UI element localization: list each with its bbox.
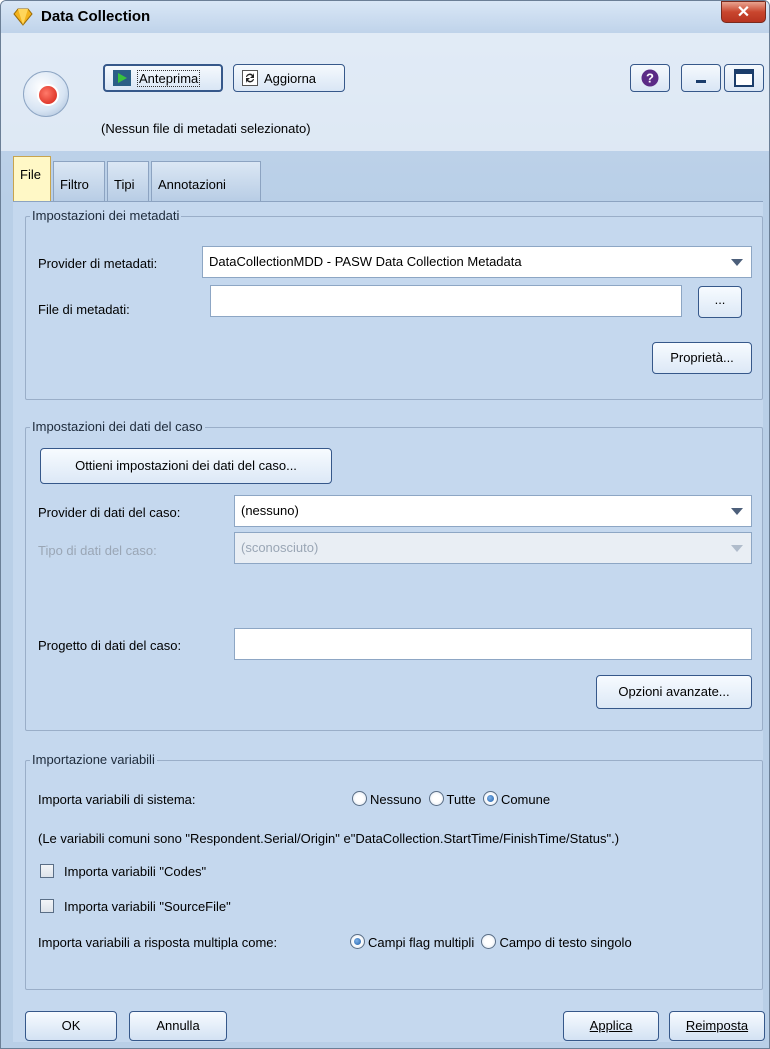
radio-button[interactable] xyxy=(481,934,497,949)
apply-button[interactable]: Applica xyxy=(563,1011,659,1041)
reset-label: Reimposta xyxy=(685,1018,749,1033)
variable-import-group: Importazione variabili Importa variabili… xyxy=(25,752,763,990)
tab-filter[interactable]: Filtro xyxy=(53,161,105,201)
metadata-status-text: (Nessun file di metadati selezionato) xyxy=(101,121,311,136)
preview-label: Anteprima xyxy=(137,69,201,87)
title-bar[interactable]: Data Collection ✕ xyxy=(1,1,769,33)
close-button[interactable]: ✕ xyxy=(721,1,766,23)
radio-single-text[interactable]: Campo di testo singolo xyxy=(481,934,632,950)
radio-multi-flags[interactable]: Campi flag multipli xyxy=(350,934,474,950)
source-node-icon xyxy=(23,71,69,117)
play-icon xyxy=(113,70,131,86)
diamond-node-icon xyxy=(13,8,33,26)
radio-system-none[interactable]: Nessuno xyxy=(352,791,421,807)
case-data-provider-value: (nessuno) xyxy=(241,503,299,518)
case-data-settings-legend: Impostazioni dei dati del caso xyxy=(30,419,205,434)
codes-checkbox[interactable] xyxy=(40,864,54,878)
maximize-button[interactable] xyxy=(724,64,764,92)
svg-text:?: ? xyxy=(646,71,654,86)
minimize-button[interactable] xyxy=(681,64,721,92)
advanced-options-button[interactable]: Opzioni avanzate... xyxy=(596,675,752,709)
metadata-provider-select[interactable]: DataCollectionMDD - PASW Data Collection… xyxy=(202,246,752,278)
variable-import-legend: Importazione variabili xyxy=(30,752,157,767)
chevron-down-icon xyxy=(731,259,743,266)
metadata-provider-label: Provider di metadati: xyxy=(38,256,158,271)
case-data-type-label: Tipo di dati del caso: xyxy=(38,543,157,558)
radio-system-common[interactable]: Comune xyxy=(482,791,550,807)
sourcefile-checkbox-label: Importa variabili "SourceFile" xyxy=(64,899,231,914)
metadata-file-input[interactable] xyxy=(210,285,682,317)
refresh-label: Aggiorna xyxy=(264,70,317,86)
metadata-settings-group: Impostazioni dei metadati Provider di me… xyxy=(25,208,763,400)
case-data-settings-group: Impostazioni dei dati del caso Ottieni i… xyxy=(25,419,763,731)
properties-button[interactable]: Proprietà... xyxy=(652,342,752,374)
ok-button[interactable]: OK xyxy=(25,1011,117,1041)
case-data-project-input[interactable] xyxy=(234,628,752,660)
case-data-type-value: (sconosciuto) xyxy=(241,540,319,555)
reset-button[interactable]: Reimposta xyxy=(669,1011,765,1041)
common-variables-note: (Le variabili comuni sono "Respondent.Se… xyxy=(38,831,620,846)
multi-response-label: Importa variabili a risposta multipla co… xyxy=(38,935,278,950)
radio-button[interactable] xyxy=(352,791,367,806)
radio-button[interactable] xyxy=(428,791,444,806)
refresh-button[interactable]: Aggiorna xyxy=(233,64,345,92)
get-case-data-settings-button[interactable]: Ottieni impostazioni dei dati del caso..… xyxy=(40,448,332,484)
chevron-down-icon xyxy=(731,545,743,552)
codes-checkbox-label: Importa variabili "Codes" xyxy=(64,864,207,879)
file-tab-panel: Impostazioni dei metadati Provider di me… xyxy=(13,201,763,1042)
case-data-type-select: (sconosciuto) xyxy=(234,532,752,564)
metadata-provider-value: DataCollectionMDD - PASW Data Collection… xyxy=(209,254,522,269)
case-data-provider-select[interactable]: (nessuno) xyxy=(234,495,752,527)
radio-system-all[interactable]: Tutte xyxy=(428,791,476,807)
system-variables-options: Nessuno Tutte Comune xyxy=(352,791,550,807)
metadata-settings-legend: Impostazioni dei metadati xyxy=(30,208,182,223)
system-variables-label: Importa variabili di sistema: xyxy=(38,792,196,807)
case-data-project-label: Progetto di dati del caso: xyxy=(38,638,182,653)
case-data-provider-label: Provider di dati del caso: xyxy=(38,505,181,520)
preview-button[interactable]: Anteprima xyxy=(103,64,223,92)
maximize-icon xyxy=(734,69,754,87)
tab-types[interactable]: Tipi xyxy=(107,161,149,201)
multi-response-options: Campi flag multipli Campo di testo singo… xyxy=(350,934,632,950)
help-button[interactable]: ? xyxy=(630,64,670,92)
chevron-down-icon xyxy=(731,508,743,515)
dialog-window: Data Collection ✕ Anteprima Aggiorna ? (… xyxy=(0,0,770,1049)
refresh-icon xyxy=(242,70,258,86)
cancel-button[interactable]: Annulla xyxy=(129,1011,227,1041)
radio-button-selected[interactable] xyxy=(350,934,365,949)
browse-metadata-button[interactable]: ... xyxy=(698,286,742,318)
minimize-icon xyxy=(696,80,706,83)
tab-file[interactable]: File xyxy=(13,156,51,201)
sourcefile-checkbox[interactable] xyxy=(40,899,54,913)
window-title: Data Collection xyxy=(41,8,151,25)
metadata-file-label: File di metadati: xyxy=(38,302,130,317)
radio-button-selected[interactable] xyxy=(482,791,498,806)
apply-label: Applica xyxy=(589,1018,633,1033)
tab-annotations[interactable]: Annotazioni xyxy=(151,161,261,201)
help-icon: ? xyxy=(641,69,659,87)
